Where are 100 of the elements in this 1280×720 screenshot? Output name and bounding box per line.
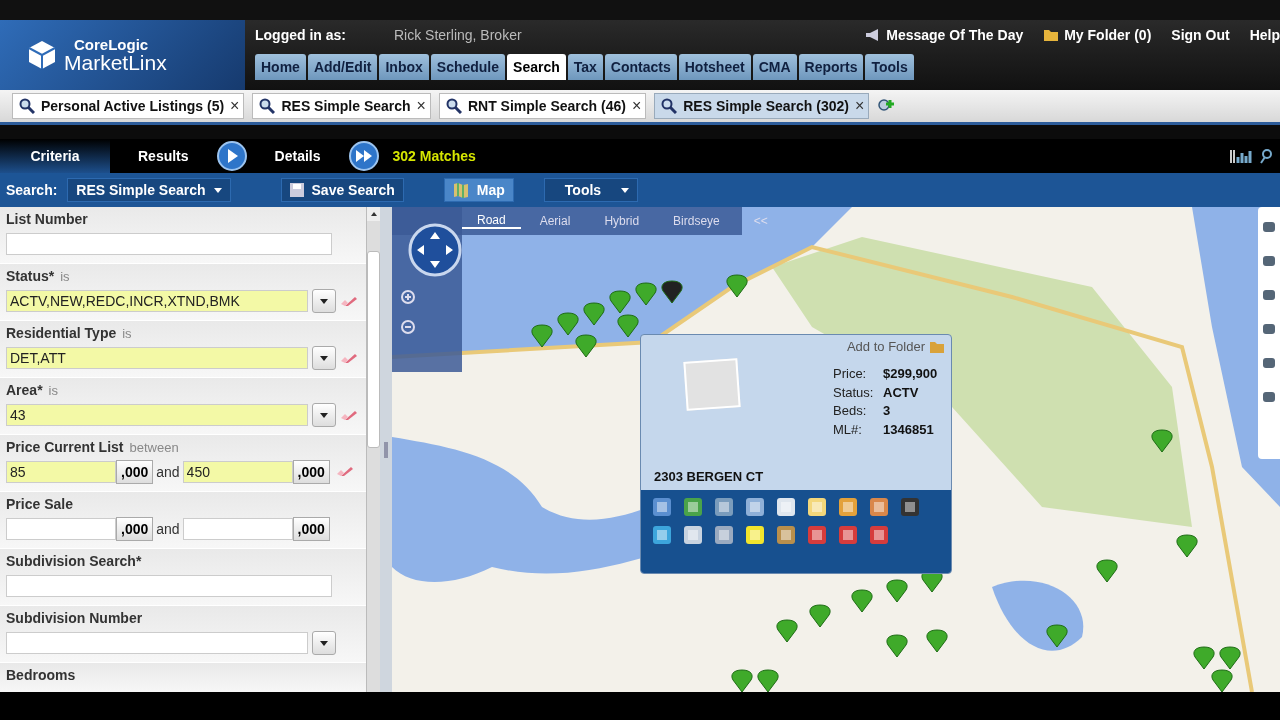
nav-tab[interactable]: Tools [865,54,914,80]
scrollbar[interactable] [366,207,380,692]
map-pin[interactable] [1219,646,1241,670]
tools-dropdown[interactable]: Tools [543,178,639,202]
zoom-out-icon[interactable] [400,319,416,335]
unit-button[interactable]: ,000 [116,460,154,484]
query-tab[interactable]: Personal Active Listings (5) × [12,93,245,119]
dropdown-button[interactable] [312,403,336,427]
map-pin[interactable] [1151,429,1173,453]
from-field[interactable]: 85 [6,461,116,483]
map-pin[interactable] [757,669,779,692]
dropdown-button[interactable] [312,346,336,370]
field-label: Status* [6,268,55,284]
pan-control-icon[interactable] [408,223,462,277]
query-tab[interactable]: RES Simple Search (302) × [654,93,870,119]
bar-chart-icon[interactable] [1230,148,1252,164]
fact-label: Beds: [833,403,868,420]
match-count: 302 Matches [392,148,476,164]
map-pin[interactable] [851,589,873,613]
operator-label: is [48,383,58,398]
select-field[interactable]: DET,ATT [6,347,308,369]
caret-icon [621,187,630,193]
map-pin[interactable] [531,324,553,348]
nav-tab[interactable]: Search [507,54,566,80]
map-mode-tab[interactable]: Road [462,213,521,229]
header-link[interactable]: Message Of The Day [865,27,1024,43]
map-pin[interactable] [809,604,831,628]
nav-tab[interactable]: CMA [752,54,797,80]
unit-button[interactable]: ,000 [292,460,330,484]
map-button[interactable]: Map [443,178,514,202]
select-field[interactable]: ACTV,NEW,REDC,INCR,XTND,BMK [6,290,308,312]
map-pin[interactable] [886,634,908,658]
nav-tab[interactable]: Reports [798,54,864,80]
nav-tab[interactable]: Inbox [379,54,429,80]
map-pin[interactable] [1193,646,1215,670]
field-label: Price Sale [6,496,73,512]
text-field[interactable] [6,233,332,255]
field-label: Price Current List [6,439,124,455]
map-pin[interactable] [1211,669,1233,692]
close-button[interactable]: × [855,97,865,115]
view-tab[interactable]: Details [260,139,335,173]
save-search-button[interactable]: Save Search [280,178,404,202]
search-icon [445,98,462,114]
nav-tab[interactable]: Schedule [430,54,506,80]
scroll-up-icon[interactable] [366,207,381,221]
nav-tab[interactable]: Hotsheet [678,54,751,80]
map-mode-tab[interactable]: Birdseye [658,214,735,228]
view-tab[interactable]: Criteria [0,139,110,173]
nav-tab[interactable]: Home [255,54,306,80]
add-to-folder-link[interactable]: Add to Folder [846,339,945,354]
from-field[interactable] [6,518,116,540]
nav-tab[interactable]: Add/Edit [307,54,378,80]
fact-label: ML#: [833,421,863,439]
map-pin[interactable] [926,629,948,653]
search-icon[interactable] [1260,148,1274,164]
fact-label: Status: [833,384,875,402]
map-pin[interactable] [886,579,908,603]
field-label: Residential Type [6,325,117,341]
query-tab[interactable]: RES Simple Search × [252,93,431,119]
map-pin[interactable] [776,619,798,643]
zoom-in-icon[interactable] [400,289,416,305]
user-name: Rick Sterling, Broker [394,27,522,43]
field-label: Area* [6,382,43,398]
header-link[interactable]: Help [1249,27,1280,43]
dropdown-button[interactable] [312,631,336,655]
close-button[interactable]: × [230,97,240,115]
select-field[interactable] [6,632,308,654]
map-mode-tab[interactable]: Hybrid [589,214,655,228]
header-link[interactable]: Sign Out [1171,27,1230,43]
text-field[interactable] [6,575,332,597]
close-button[interactable]: × [631,97,642,115]
map-pin[interactable] [661,280,683,304]
nav-tab[interactable]: Tax [567,54,603,80]
select-field[interactable]: 43 [6,404,308,426]
view-tab[interactable]: Results [124,139,203,173]
cube-icon [28,40,56,70]
dropdown-button[interactable] [312,289,336,313]
nav-tab[interactable]: Contacts [604,54,677,80]
caret-icon [320,640,328,646]
map-pin[interactable] [1176,534,1198,558]
joiner-label: and [156,464,180,480]
caret-icon [320,412,328,418]
folder-icon [929,339,945,354]
map-pin[interactable] [1096,559,1118,583]
header-link[interactable]: My Folder (0) [1043,27,1152,43]
joiner-label: and [156,521,180,537]
query-tab[interactable]: RNT Simple Search (46) × [438,93,647,119]
unit-button[interactable]: ,000 [292,517,330,541]
map-mode-tab[interactable]: Aerial [524,214,586,228]
map-pin[interactable] [575,334,597,358]
map-pin[interactable] [731,669,753,692]
search-dropdown[interactable]: RES Simple Search [67,178,231,202]
play-button[interactable] [216,141,247,171]
close-button[interactable]: × [416,97,426,115]
to-field[interactable] [182,518,293,540]
fast-forward-button[interactable] [348,141,379,171]
to-field[interactable]: 450 [182,461,293,483]
unit-button[interactable]: ,000 [116,517,154,541]
splitter-handle[interactable] [380,207,392,692]
map-pin[interactable] [726,274,748,298]
